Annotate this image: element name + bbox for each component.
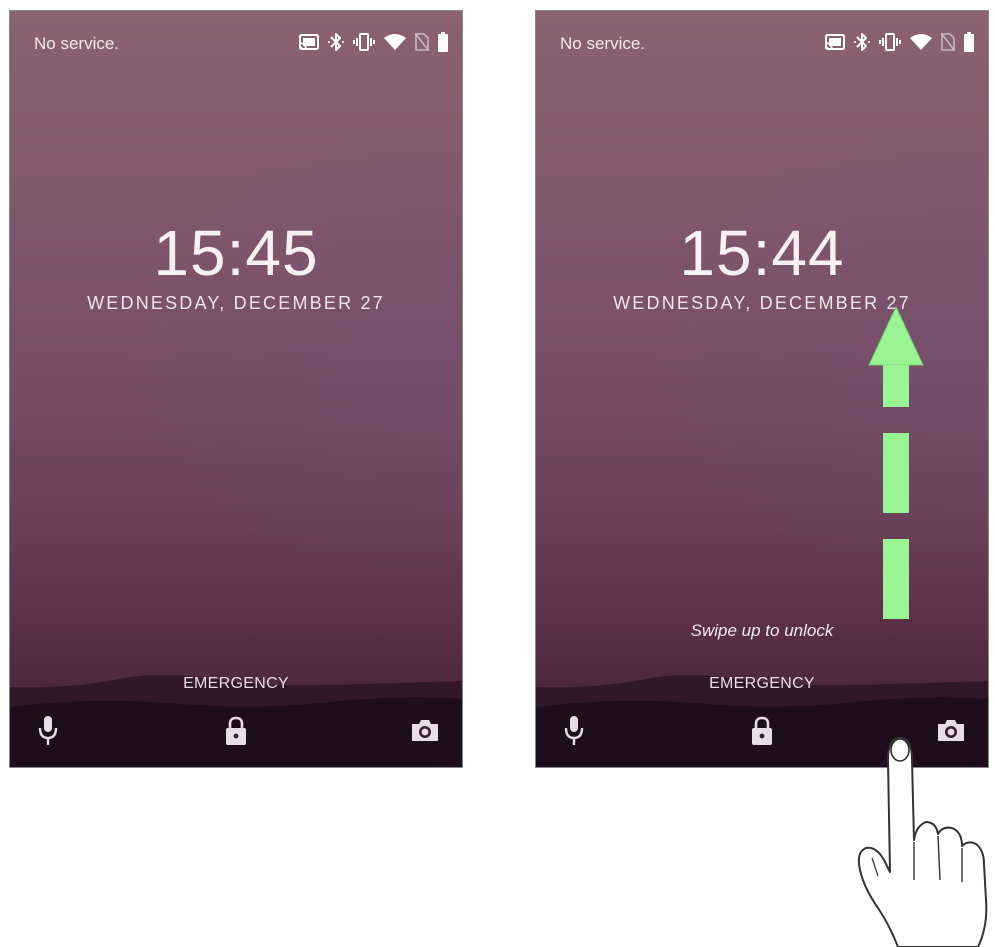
mic-icon[interactable] bbox=[37, 714, 59, 746]
clock: 15:44 bbox=[679, 217, 845, 289]
date-label: WEDNESDAY, DECEMBER 27 bbox=[87, 293, 385, 313]
lockscreen-before: No service. 15:45 WEDNESDAY, DECEMBER 27… bbox=[9, 10, 463, 768]
clock: 15:45 bbox=[153, 217, 319, 289]
wifi-icon bbox=[384, 34, 406, 50]
battery-icon bbox=[438, 32, 448, 52]
wifi-icon bbox=[910, 34, 932, 50]
mic-icon[interactable] bbox=[563, 714, 585, 746]
lock-icon bbox=[226, 716, 246, 745]
bluetooth-icon bbox=[854, 33, 870, 51]
emergency-button[interactable]: EMERGENCY bbox=[536, 675, 988, 693]
bluetooth-icon bbox=[328, 33, 344, 51]
carrier-label: No service. bbox=[560, 34, 646, 53]
vibrate-icon bbox=[879, 33, 901, 51]
no-sim-icon bbox=[941, 33, 955, 51]
vibrate-icon bbox=[353, 33, 375, 51]
lock-icon bbox=[752, 716, 772, 745]
cast-icon bbox=[299, 34, 319, 50]
wallpaper-glow bbox=[10, 11, 462, 767]
status-bar: No service. bbox=[10, 11, 462, 55]
swipe-up-arrow-icon bbox=[868, 305, 924, 619]
swipe-hint: Swipe up to unlock bbox=[690, 621, 834, 640]
battery-icon bbox=[964, 32, 974, 52]
status-icons bbox=[825, 31, 974, 53]
no-sim-icon bbox=[415, 33, 429, 51]
status-bar: No service. bbox=[536, 11, 988, 55]
camera-icon[interactable] bbox=[410, 718, 440, 742]
mountain-silhouette bbox=[10, 675, 462, 767]
cast-icon bbox=[825, 34, 845, 50]
emergency-button[interactable]: EMERGENCY bbox=[10, 675, 462, 693]
status-icons bbox=[299, 31, 448, 53]
hand-gesture-icon bbox=[857, 737, 988, 947]
carrier-label: No service. bbox=[34, 34, 120, 53]
